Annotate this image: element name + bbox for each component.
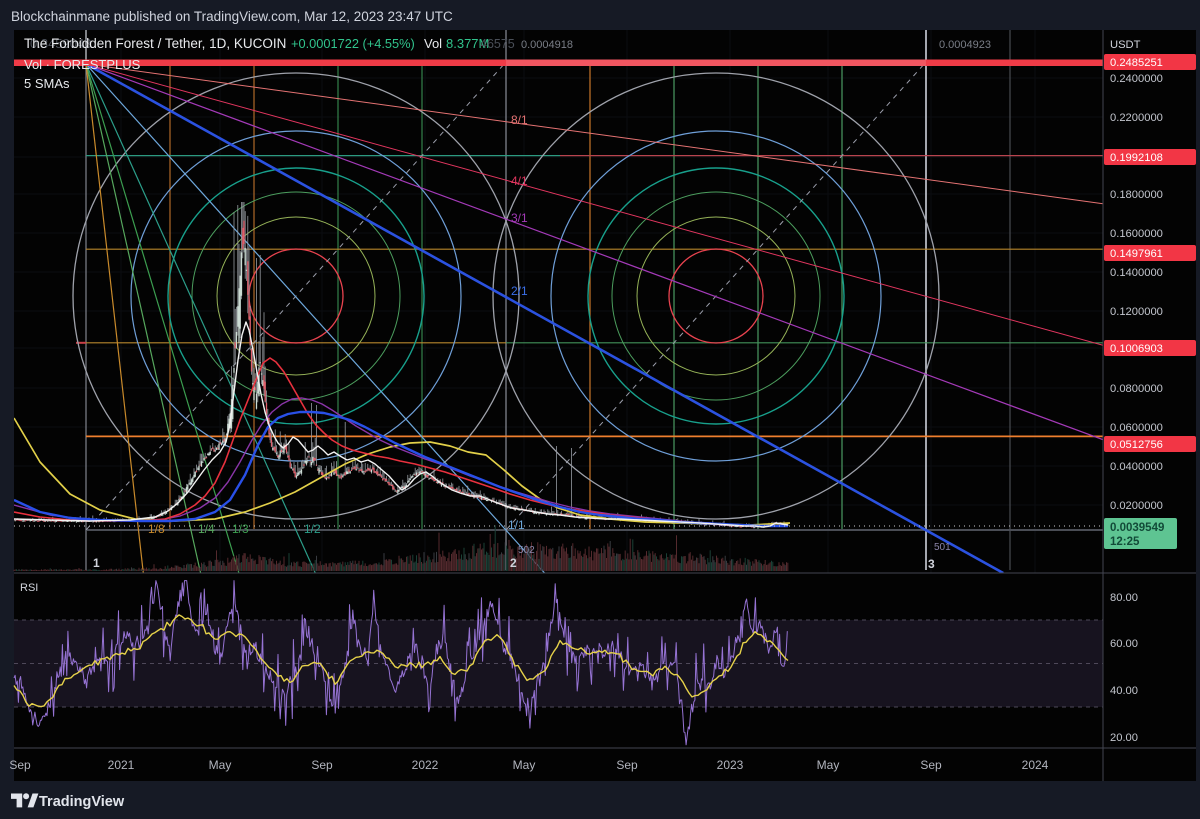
svg-text:1/2: 1/2	[304, 522, 321, 536]
svg-text:1/4: 1/4	[198, 522, 215, 536]
svg-text:60.00: 60.00	[1110, 638, 1138, 650]
svg-text:12:25: 12:25	[1110, 536, 1140, 548]
svg-text:1/1: 1/1	[508, 518, 525, 532]
svg-text:8/1: 8/1	[511, 113, 528, 127]
svg-text:0.0512756: 0.0512756	[1110, 439, 1163, 451]
svg-text:0.2485251: 0.2485251	[1110, 57, 1163, 69]
svg-text:The Forbidden Forest / Tether,: The Forbidden Forest / Tether, 1D, KUCOI…	[24, 36, 286, 51]
svg-text:2024: 2024	[1022, 758, 1049, 772]
svg-text:46575: 46575	[480, 37, 515, 51]
svg-text:5 SMAs: 5 SMAs	[24, 76, 70, 91]
svg-text:2022: 2022	[412, 758, 439, 772]
svg-text:2/1: 2/1	[511, 284, 528, 298]
svg-text:May: May	[513, 758, 536, 772]
svg-text:502: 502	[518, 545, 535, 556]
svg-text:1/3: 1/3	[232, 522, 249, 536]
svg-text:0.1992108: 0.1992108	[1110, 152, 1163, 164]
svg-text:0.0600000: 0.0600000	[1110, 422, 1163, 434]
svg-text:2021: 2021	[108, 758, 135, 772]
svg-text:May: May	[209, 758, 232, 772]
svg-text:May: May	[817, 758, 840, 772]
svg-text:0.0004918: 0.0004918	[521, 39, 573, 51]
svg-text:Sep: Sep	[616, 758, 638, 772]
svg-text:USDT: USDT	[1110, 39, 1141, 51]
svg-text:3: 3	[928, 557, 935, 571]
svg-text:Sep: Sep	[920, 758, 942, 772]
svg-text:2: 2	[510, 556, 517, 570]
svg-text:RSI: RSI	[20, 582, 38, 594]
svg-text:TradingView: TradingView	[39, 794, 125, 810]
svg-text:0.1497961: 0.1497961	[1110, 248, 1163, 260]
svg-text:2023: 2023	[717, 758, 744, 772]
svg-text:0.0004923: 0.0004923	[939, 39, 991, 51]
svg-text:Sep: Sep	[311, 758, 333, 772]
svg-text:+0.0001722 (+4.55%): +0.0001722 (+4.55%)	[291, 36, 415, 51]
svg-text:0.0039549: 0.0039549	[1110, 522, 1164, 534]
svg-text:Blockchainmane published on Tr: Blockchainmane published on TradingView.…	[11, 9, 453, 24]
svg-text:0.1200000: 0.1200000	[1110, 306, 1163, 318]
svg-text:1/8: 1/8	[148, 522, 165, 536]
svg-text:0.1600000: 0.1600000	[1110, 228, 1163, 240]
svg-text:80.00: 80.00	[1110, 592, 1138, 604]
svg-text:0.2400000: 0.2400000	[1110, 73, 1163, 85]
svg-text:3/1: 3/1	[511, 211, 528, 225]
svg-text:0.1800000: 0.1800000	[1110, 189, 1163, 201]
svg-text:1: 1	[93, 556, 100, 570]
svg-text:0.0400000: 0.0400000	[1110, 461, 1163, 473]
svg-text:40.00: 40.00	[1110, 685, 1138, 697]
svg-text:Vol: Vol	[424, 36, 442, 51]
svg-text:0.0200000: 0.0200000	[1110, 500, 1163, 512]
svg-text:4/1: 4/1	[511, 174, 528, 188]
svg-text:0.1006903: 0.1006903	[1110, 343, 1163, 355]
svg-text:0.0800000: 0.0800000	[1110, 383, 1163, 395]
svg-text:0.1400000: 0.1400000	[1110, 267, 1163, 279]
svg-text:Vol · FORESTPLUS: Vol · FORESTPLUS	[24, 57, 141, 72]
svg-text:Sep: Sep	[9, 758, 31, 772]
svg-text:20.00: 20.00	[1110, 732, 1138, 744]
svg-text:0.2200000: 0.2200000	[1110, 112, 1163, 124]
svg-text:501: 501	[934, 542, 951, 553]
